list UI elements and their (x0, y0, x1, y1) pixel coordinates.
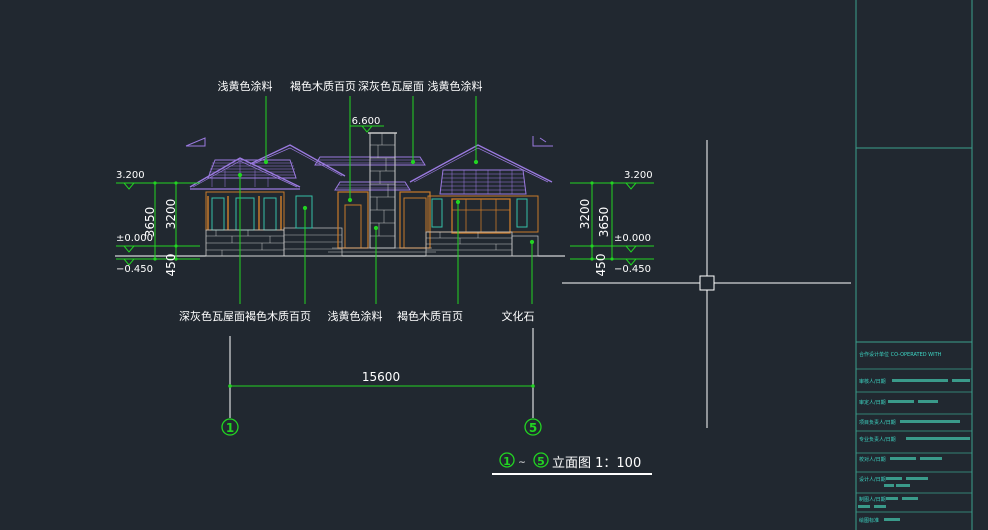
leader-lines (237, 96, 535, 304)
label-bottom-4: 褐色木质百页 (397, 309, 463, 323)
top-material-labels: 浅黄色涂料 褐色木质百页 深灰色瓦屋面 浅黄色涂料 (218, 79, 483, 93)
level-zero-right: ±0.000 (614, 233, 651, 244)
ridge-level-mark: 6.600 (350, 116, 384, 133)
dim-450-left: 450 (164, 254, 178, 277)
side-view-marker-left (185, 137, 206, 147)
tb-row-1: 审核人/日期 (859, 378, 886, 385)
side-view-marker-right (532, 136, 553, 147)
axis-1-text: 1 (226, 421, 234, 435)
tb-row-2: 审定人/日期 (859, 399, 886, 406)
title-block: 合作设计单位 CO-OPERATED WITH 审核人/日期 审定人/日期 项目… (855, 0, 973, 530)
label-bottom-2: 褐色木质百页 (245, 309, 311, 323)
level-ground-left: −0.450 (116, 264, 153, 275)
title-axis-from: 1 (503, 455, 511, 468)
level-eave-left: 3.200 (116, 170, 145, 181)
level-ground-right: −0.450 (614, 264, 651, 275)
tb-row-7: 制图人/日期 (859, 496, 886, 503)
dim-3200-right: 3200 (578, 199, 592, 230)
bottom-material-labels: 深灰色瓦屋面 褐色木质百页 浅黄色涂料 褐色木质百页 文化石 (179, 309, 535, 323)
dim-3650-right: 3650 (597, 207, 611, 238)
axis-bubble-1: 1 (221, 418, 239, 436)
axis-5-text: 5 (529, 421, 537, 435)
overall-dimension: 15600 (228, 328, 535, 418)
tb-row-4: 专业负责人/日期 (859, 436, 896, 443)
dim-3650-left: 3650 (143, 207, 157, 238)
title-axis-to: 5 (537, 455, 545, 468)
cad-drawing-canvas[interactable]: 浅黄色涂料 褐色木质百页 深灰色瓦屋面 浅黄色涂料 深灰色瓦屋面 褐色木质百页 … (0, 0, 988, 530)
tb-row-3: 项目负责人/日期 (859, 419, 896, 426)
label-top-3: 深灰色瓦屋面 (358, 79, 424, 93)
right-wing (409, 144, 553, 257)
label-bottom-3: 浅黄色涂料 (328, 309, 383, 323)
house-elevation (115, 132, 565, 257)
ridge-level-text: 6.600 (352, 116, 381, 127)
axis-bubble-5: 5 (524, 418, 542, 436)
label-bottom-5: 文化石 (502, 309, 535, 323)
level-marks-left: 3.200 ±0.000 −0.450 3650 3200 450 (116, 170, 200, 276)
level-eave-right: 3.200 (624, 170, 653, 181)
label-bottom-1: 深灰色瓦屋面 (179, 309, 245, 323)
label-top-2: 褐色木质百页 (290, 79, 356, 93)
title-sep: ~ (518, 458, 526, 468)
tb-row-5: 校对人/日期 (859, 456, 886, 463)
label-top-1: 浅黄色涂料 (218, 79, 273, 93)
tb-row-8: 绘图标准 (859, 517, 879, 524)
dim-450-right: 450 (594, 254, 608, 277)
title-block-header: 合作设计单位 CO-OPERATED WITH (859, 351, 942, 358)
level-marks-right: 3.200 ±0.000 −0.450 3200 3650 450 (570, 170, 654, 276)
overall-width-text: 15600 (362, 370, 400, 384)
label-top-4: 浅黄色涂料 (428, 79, 483, 93)
tb-row-6: 设计人/日期 (859, 476, 886, 483)
drawing-title: 1 ~ 5 立面图 1：100 (492, 452, 652, 475)
dim-3200-left: 3200 (164, 199, 178, 230)
title-text: 立面图 1：100 (552, 456, 641, 471)
